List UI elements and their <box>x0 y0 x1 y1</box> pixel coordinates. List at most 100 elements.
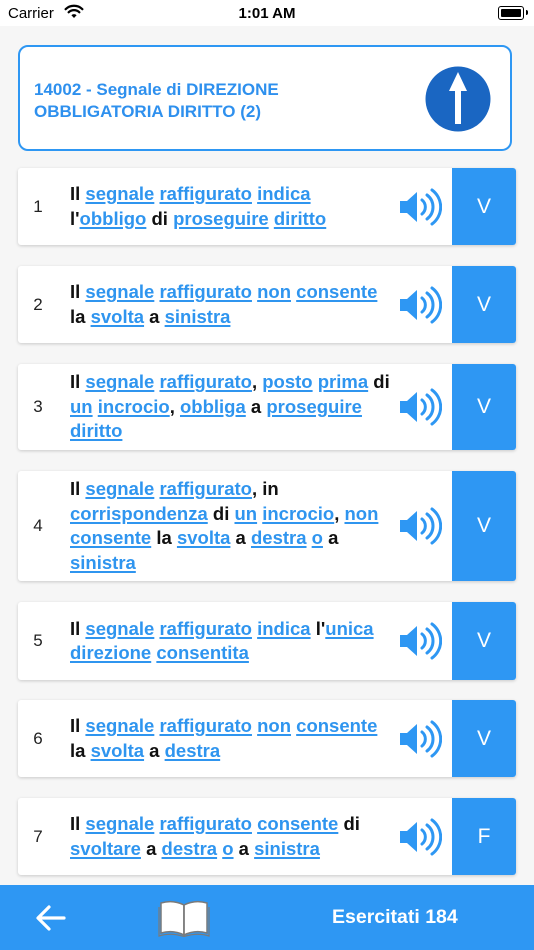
glossary-word-link[interactable]: consentita <box>156 642 249 663</box>
glossary-word-link[interactable]: segnale <box>85 813 154 834</box>
speaker-icon[interactable] <box>398 387 443 427</box>
dictionary-button[interactable] <box>158 899 210 938</box>
glossary-word-link[interactable]: consente <box>70 527 151 548</box>
glossary-word-link[interactable]: consente <box>296 715 377 736</box>
glossary-word-link[interactable]: raffigurato <box>159 478 252 499</box>
question-number: 3 <box>33 397 43 416</box>
arrow-left-icon <box>36 905 66 931</box>
answer-button[interactable]: F <box>452 798 516 875</box>
glossary-word-link[interactable]: proseguire <box>173 208 269 229</box>
speaker-icon[interactable] <box>398 621 443 661</box>
status-bar: Carrier 1:01 AM <box>0 0 534 26</box>
glossary-word-link[interactable]: segnale <box>85 281 154 302</box>
question-number: 2 <box>33 294 43 314</box>
glossary-word-link[interactable]: segnale <box>85 183 154 204</box>
glossary-word-link[interactable]: raffigurato <box>159 183 252 204</box>
question-text-fragment: Il <box>70 715 81 736</box>
back-button[interactable] <box>34 903 68 933</box>
glossary-word-link[interactable]: incrocio <box>98 396 170 417</box>
glossary-word-link[interactable]: diritto <box>274 208 326 229</box>
question-text-fragment: la <box>151 527 177 548</box>
speaker-icon[interactable] <box>398 187 443 227</box>
open-book-icon <box>158 900 210 938</box>
question-text: Il segnale raffigurato, in corrispondenz… <box>70 471 390 581</box>
glossary-word-link[interactable]: non <box>257 715 291 736</box>
glossary-word-link[interactable]: obbliga <box>180 396 246 417</box>
question-text-fragment: Il <box>70 813 81 834</box>
bottom-toolbar: Esercitati 184 <box>0 885 534 950</box>
answer-button[interactable]: V <box>452 471 516 581</box>
glossary-word-link[interactable]: direzione <box>70 642 151 663</box>
question-row: 7 Il segnale raffigurato consente di svol… <box>18 798 516 875</box>
glossary-word-link[interactable]: svolta <box>177 527 230 548</box>
glossary-word-link[interactable]: un <box>70 396 93 417</box>
answer-button[interactable]: V <box>452 364 516 450</box>
glossary-word-link[interactable]: raffigurato <box>159 813 252 834</box>
answer-button[interactable]: V <box>452 602 516 680</box>
glossary-word-link[interactable]: unica <box>325 618 373 639</box>
sign-title: 14002 - Segnale di DIREZIONE OBBLIGATORI… <box>34 80 279 121</box>
question-row: 1 Il segnale raffigurato indica l'obbligo… <box>18 168 516 245</box>
glossary-word-link[interactable]: indica <box>257 183 310 204</box>
glossary-word-link[interactable]: destra <box>165 740 221 761</box>
glossary-word-link[interactable]: non <box>344 503 378 524</box>
question-text-fragment: , <box>169 395 180 417</box>
glossary-word-link[interactable]: sinistra <box>165 306 231 327</box>
question-text: Il segnale raffigurato, posto prima di u… <box>70 364 390 450</box>
battery-icon <box>498 6 528 20</box>
glossary-word-link[interactable]: destra <box>251 527 307 548</box>
glossary-word-link[interactable]: segnale <box>85 715 154 736</box>
answer-button[interactable]: V <box>452 700 516 777</box>
answer-button[interactable]: V <box>452 266 516 343</box>
question-text-fragment: Il <box>70 371 81 393</box>
question-text-fragment: di <box>146 207 174 229</box>
question-text-fragment: Il <box>70 617 81 639</box>
question-text-fragment: a <box>245 395 267 417</box>
glossary-word-link[interactable]: raffigurato <box>159 715 252 736</box>
question-text-fragment: a <box>230 527 251 548</box>
question-text: Il segnale raffigurato consente di svolt… <box>70 798 390 875</box>
glossary-word-link[interactable]: non <box>257 281 291 302</box>
speaker-icon[interactable] <box>398 285 443 325</box>
glossary-word-link[interactable]: sinistra <box>254 838 320 859</box>
question-text-fragment: Il <box>70 281 81 302</box>
glossary-word-link[interactable]: raffigurato <box>159 618 252 639</box>
question-text-fragment: , <box>334 502 345 524</box>
glossary-word-link[interactable]: obbligo <box>80 208 147 229</box>
glossary-word-link[interactable]: svolta <box>91 740 144 761</box>
glossary-word-link[interactable]: segnale <box>85 618 154 639</box>
glossary-word-link[interactable]: consente <box>257 813 338 834</box>
glossary-word-link[interactable]: consente <box>296 281 377 302</box>
glossary-word-link[interactable]: destra <box>162 838 218 859</box>
glossary-word-link[interactable]: svoltare <box>70 838 141 859</box>
speaker-icon[interactable] <box>398 506 443 546</box>
question-text-fragment: a <box>233 837 255 859</box>
glossary-word-link[interactable]: incrocio <box>262 503 334 524</box>
glossary-word-link[interactable]: un <box>234 503 257 524</box>
glossary-word-link[interactable]: indica <box>257 618 310 639</box>
glossary-word-link[interactable]: raffigurato <box>159 371 252 392</box>
glossary-word-link[interactable]: segnale <box>85 371 154 392</box>
speaker-icon[interactable] <box>398 719 443 759</box>
glossary-word-link[interactable]: proseguire <box>266 396 362 417</box>
glossary-word-link[interactable]: o <box>312 527 323 548</box>
glossary-word-link[interactable]: raffigurato <box>159 281 252 302</box>
glossary-word-link[interactable]: corrispondenza <box>70 503 208 524</box>
glossary-word-link[interactable]: diritto <box>70 420 122 441</box>
glossary-word-link[interactable]: sinistra <box>70 552 136 573</box>
glossary-word-link[interactable]: o <box>222 838 233 859</box>
sign-header-card: 14002 - Segnale di DIREZIONE OBBLIGATORI… <box>18 45 512 151</box>
glossary-word-link[interactable]: posto <box>262 371 312 392</box>
question-text-fragment: a <box>144 305 165 327</box>
question-text-fragment: di <box>343 813 360 834</box>
glossary-word-link[interactable]: svolta <box>91 306 144 327</box>
question-text: Il segnale raffigurato non consente la s… <box>70 700 390 777</box>
glossary-word-link[interactable]: segnale <box>85 478 154 499</box>
question-text-fragment: di <box>207 502 235 524</box>
speaker-icon[interactable] <box>398 817 443 857</box>
answer-button[interactable]: V <box>452 168 516 245</box>
clock: 1:01 AM <box>238 5 296 22</box>
glossary-word-link[interactable]: prima <box>318 371 368 392</box>
question-text-fragment: , in <box>251 478 279 499</box>
question-text-fragment: Il <box>70 183 81 204</box>
